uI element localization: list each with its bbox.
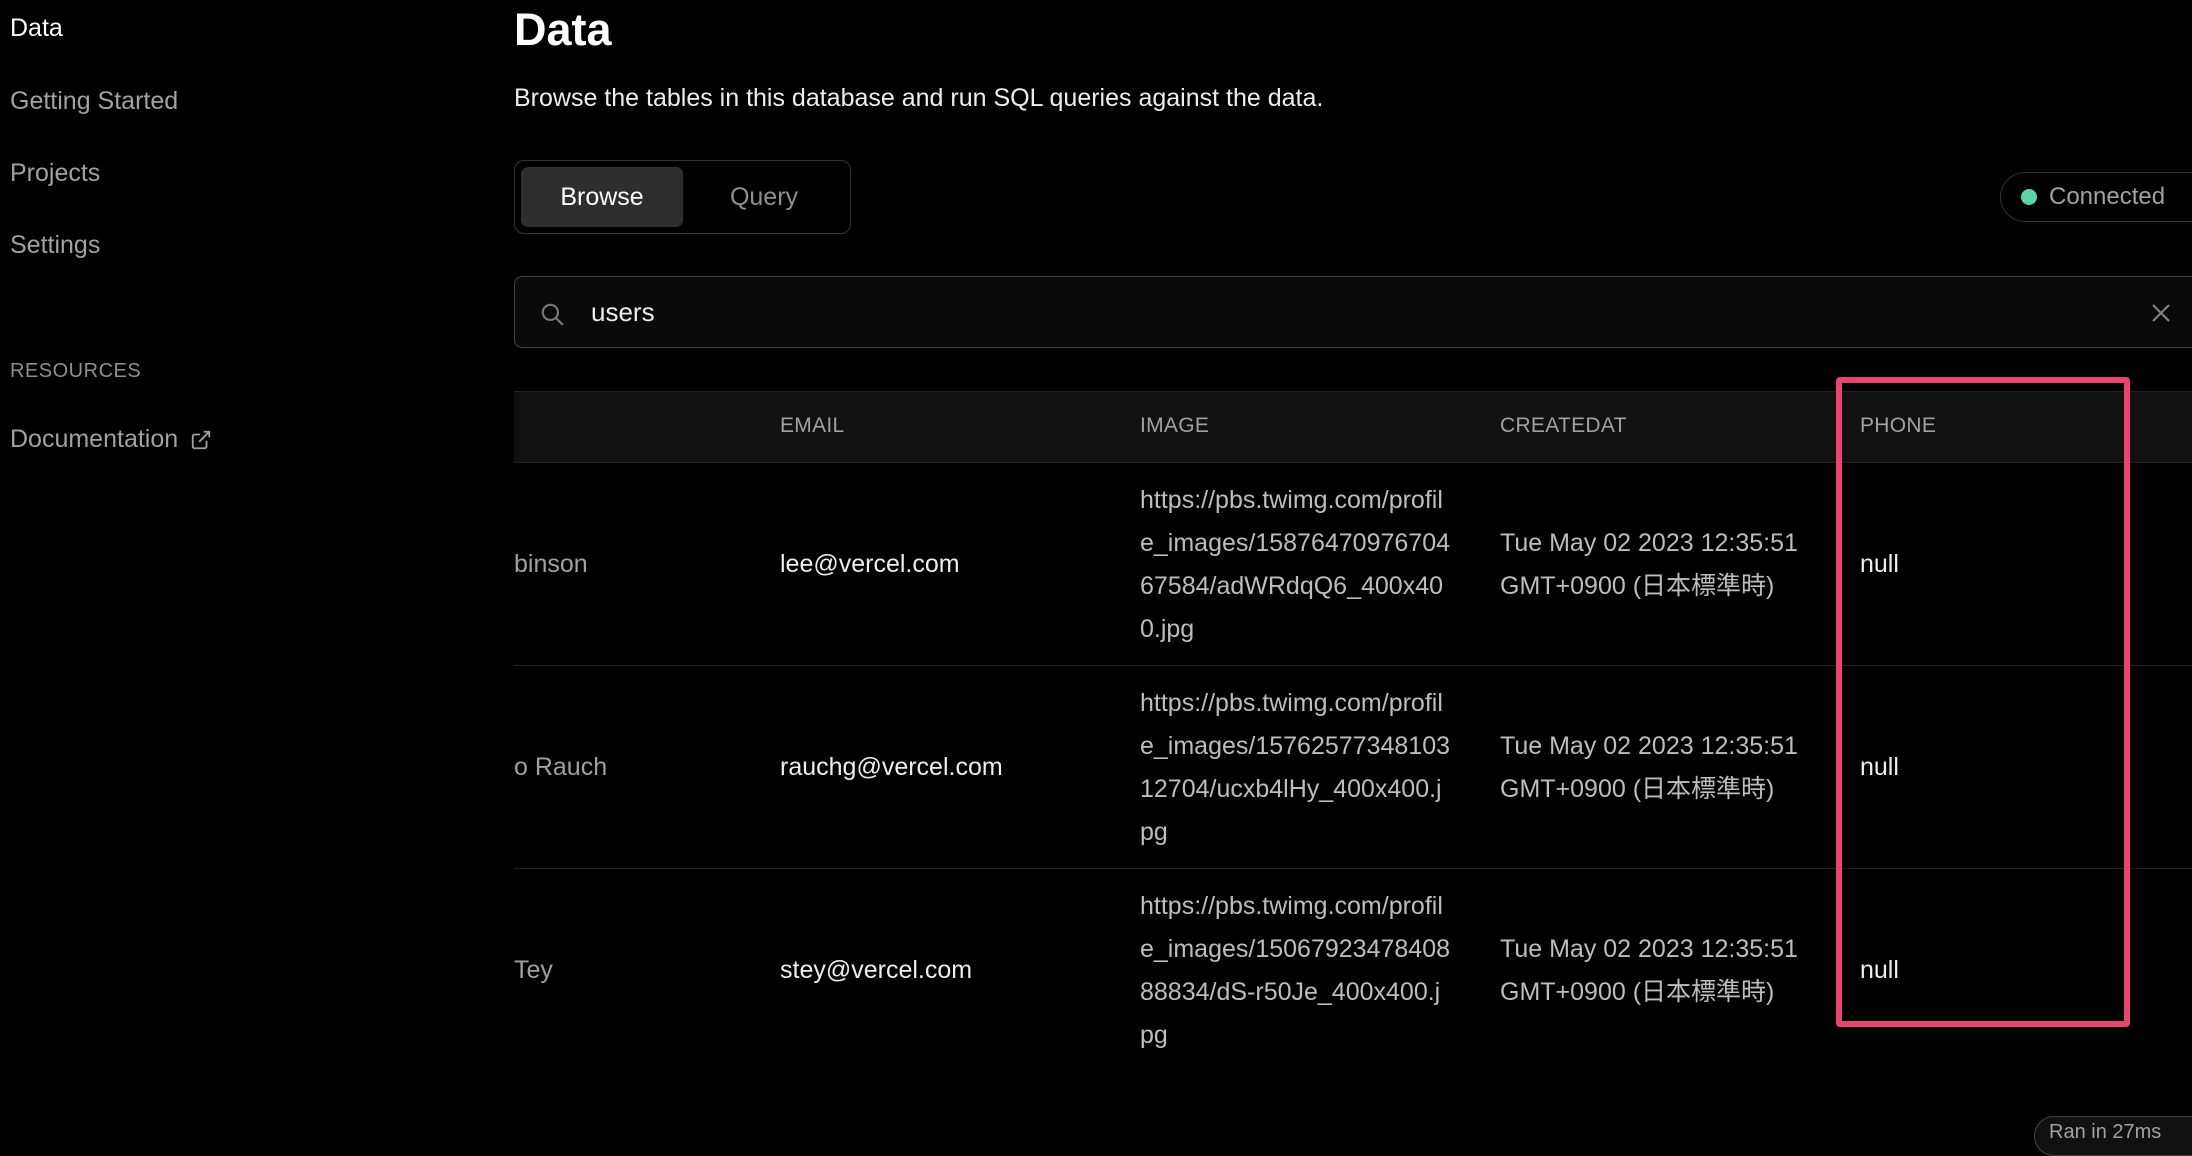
search-input[interactable]	[591, 277, 1991, 347]
status-label: Connected	[2049, 183, 2166, 210]
tab-query[interactable]: Query	[683, 167, 845, 227]
sidebar: Data Getting Started Projects Settings R…	[0, 0, 460, 1132]
close-icon[interactable]	[2149, 301, 2173, 325]
column-header-createdat[interactable]: CREATEDAT	[1500, 414, 1627, 438]
search-icon	[539, 301, 565, 327]
sidebar-item-getting-started[interactable]: Getting Started	[10, 87, 178, 116]
cell-phone: null	[1860, 956, 1899, 984]
view-tabs: Browse Query	[514, 160, 851, 234]
tab-browse[interactable]: Browse	[521, 167, 683, 227]
column-header-phone[interactable]: PHONE	[1860, 414, 1936, 438]
cell-image: https://pbs.twimg.com/profile_images/157…	[1140, 689, 1450, 846]
cell-image: https://pbs.twimg.com/profile_images/158…	[1140, 486, 1450, 643]
connection-status-badge: Connected	[2000, 172, 2192, 222]
sidebar-item-data[interactable]: Data	[10, 14, 63, 43]
table-row[interactable]: binson lee@vercel.com https://pbs.twimg.…	[514, 463, 2192, 666]
cell-phone: null	[1860, 550, 1899, 578]
cell-name: binson	[514, 550, 588, 578]
cell-createdat: Tue May 02 2023 12:35:51 GMT+0900 (日本標準時…	[1500, 529, 1798, 600]
cell-name: o Rauch	[514, 753, 608, 781]
page-title: Data	[514, 4, 612, 55]
cell-email: rauchg@vercel.com	[780, 753, 1003, 781]
sidebar-section-resources: RESOURCES	[10, 360, 142, 382]
column-header-email[interactable]: EMAIL	[780, 414, 845, 438]
cell-name: Tey	[514, 956, 553, 984]
cell-email: stey@vercel.com	[780, 956, 973, 984]
cell-createdat: Tue May 02 2023 12:35:51 GMT+0900 (日本標準時…	[1500, 732, 1798, 803]
table-header: EMAIL IMAGE CREATEDAT PHONE	[514, 391, 2192, 463]
cell-phone: null	[1860, 753, 1899, 781]
sidebar-item-label: Documentation	[10, 425, 179, 453]
status-dot-icon	[2021, 189, 2037, 205]
sidebar-item-settings[interactable]: Settings	[10, 231, 100, 260]
table-search	[514, 276, 2192, 348]
query-timing-toast: Ran in 27ms	[2034, 1116, 2192, 1156]
sidebar-item-label: Settings	[10, 231, 101, 259]
sidebar-item-label: Projects	[10, 159, 101, 187]
sidebar-item-label: Data	[10, 14, 63, 42]
cell-createdat: Tue May 02 2023 12:35:51 GMT+0900 (日本標準時…	[1500, 935, 1798, 1006]
external-link-icon	[190, 429, 212, 451]
page-description: Browse the tables in this database and r…	[514, 84, 1324, 112]
column-header-image[interactable]: IMAGE	[1140, 414, 1209, 438]
main-content: Data Browse the tables in this database …	[514, 0, 2192, 1132]
table-row[interactable]: Tey stey@vercel.com https://pbs.twimg.co…	[514, 869, 2192, 1072]
sidebar-item-projects[interactable]: Projects	[10, 159, 100, 188]
cell-email: lee@vercel.com	[780, 550, 960, 578]
sidebar-item-label: Getting Started	[10, 87, 179, 115]
table-row[interactable]: o Rauch rauchg@vercel.com https://pbs.tw…	[514, 666, 2192, 869]
sidebar-item-documentation[interactable]: Documentation	[10, 425, 212, 454]
cell-image: https://pbs.twimg.com/profile_images/150…	[1140, 892, 1450, 1049]
